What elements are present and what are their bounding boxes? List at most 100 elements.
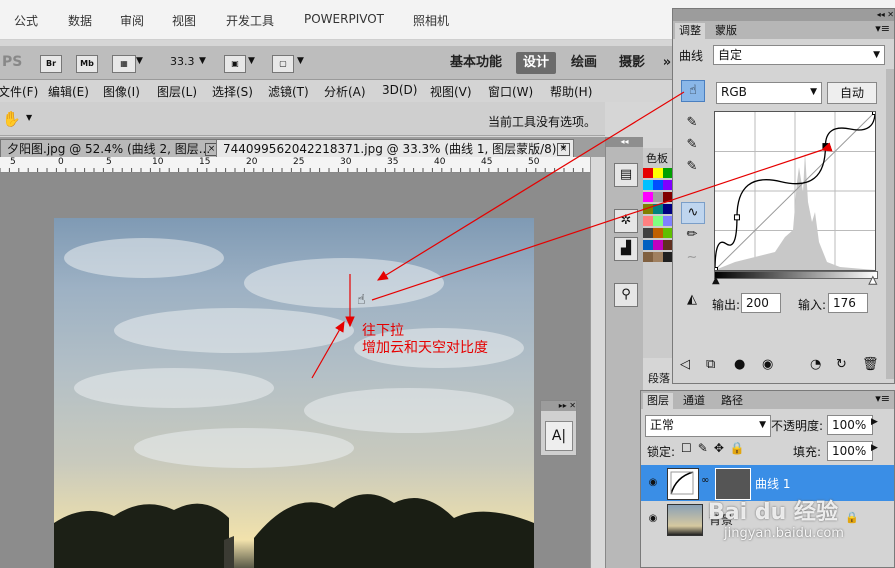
curve-plot[interactable] bbox=[715, 112, 875, 270]
menu-view[interactable]: 视图(V) bbox=[430, 83, 472, 100]
workspace-design[interactable]: 设计 bbox=[516, 52, 556, 74]
color-swatch[interactable] bbox=[643, 240, 653, 250]
preset-select[interactable]: 自定 ▼ bbox=[713, 45, 885, 65]
menu-layer[interactable]: 图层(L) bbox=[157, 83, 197, 100]
menu-window[interactable]: 窗口(W) bbox=[488, 83, 533, 100]
color-swatch[interactable] bbox=[643, 168, 653, 178]
excel-tab[interactable]: 开发工具 bbox=[226, 12, 274, 29]
menu-analysis[interactable]: 分析(A) bbox=[324, 83, 366, 100]
tab-adjustments[interactable]: 调整 bbox=[675, 23, 705, 39]
doc-tab-sunset[interactable]: 夕阳图.jpg @ 52.4% (曲线 2, 图层... × bbox=[0, 139, 222, 158]
eyedropper-black-icon[interactable]: ✎ bbox=[681, 113, 703, 133]
input-field[interactable]: 176 bbox=[828, 293, 868, 313]
pencil-draw-icon[interactable]: ✏ bbox=[681, 225, 703, 245]
white-point-slider[interactable]: ▲ bbox=[869, 275, 878, 287]
color-swatch[interactable] bbox=[643, 228, 653, 238]
trash-icon[interactable]: 🗑 bbox=[862, 357, 879, 372]
close-icon[interactable]: × bbox=[557, 143, 570, 156]
tab-paths[interactable]: 路径 bbox=[717, 393, 747, 409]
color-swatch[interactable] bbox=[653, 216, 663, 226]
channel-select[interactable]: RGB ▼ bbox=[716, 82, 822, 104]
eyedropper-gray-icon[interactable]: ✎ bbox=[681, 135, 703, 155]
color-swatch[interactable] bbox=[643, 252, 653, 262]
panel-scrollbar[interactable] bbox=[886, 69, 894, 379]
vertical-scrollbar[interactable] bbox=[590, 157, 605, 568]
color-swatch[interactable] bbox=[653, 192, 663, 202]
bridge-button[interactable]: Br bbox=[40, 55, 62, 73]
clipping-warning-icon[interactable]: ◭ bbox=[681, 290, 703, 310]
color-swatch[interactable] bbox=[653, 252, 663, 262]
screen-mode-icon[interactable]: ▢ bbox=[272, 55, 294, 73]
excel-tab[interactable]: 审阅 bbox=[120, 12, 144, 29]
color-swatch[interactable] bbox=[653, 228, 663, 238]
curve-point[interactable] bbox=[715, 267, 718, 271]
menu-edit[interactable]: 编辑(E) bbox=[48, 83, 89, 100]
hand-tool-icon[interactable]: ✋ bbox=[2, 110, 21, 128]
curve-point[interactable] bbox=[822, 143, 829, 150]
panel-collapse-icon[interactable]: ◂◂ ✕ bbox=[673, 9, 894, 21]
histogram-panel-icon[interactable]: ▟ bbox=[614, 237, 638, 261]
view-previous-icon[interactable]: ◔ bbox=[810, 357, 821, 372]
doc-tab-active[interactable]: 744099562042218371.jpg @ 33.3% (曲线 1, 图层… bbox=[216, 139, 574, 158]
color-swatch[interactable] bbox=[653, 240, 663, 250]
color-swatch[interactable] bbox=[653, 180, 663, 190]
color-swatch[interactable] bbox=[643, 216, 653, 226]
chevron-down-icon[interactable]: ▼ bbox=[248, 56, 255, 66]
history-panel-icon[interactable]: ▤ bbox=[614, 163, 638, 187]
eye-icon[interactable]: ◉ bbox=[645, 475, 661, 491]
eyedropper-white-icon[interactable]: ✎ bbox=[681, 157, 703, 177]
fill-field[interactable]: 100% bbox=[827, 441, 873, 461]
reset-icon[interactable]: ↻ bbox=[836, 357, 847, 372]
view-extras-icon[interactable]: ▦ bbox=[112, 55, 136, 73]
navigator-panel-icon[interactable]: ✲ bbox=[614, 209, 638, 233]
link-chain-icon[interactable]: ∞ bbox=[701, 475, 709, 486]
chevron-down-icon[interactable]: ▼ bbox=[199, 56, 206, 66]
dock-collapse-icon[interactable]: ◂◂ bbox=[606, 137, 643, 147]
eye-icon[interactable]: ◉ bbox=[645, 511, 661, 527]
target-adjust-tool-icon[interactable]: ☝ bbox=[681, 80, 705, 102]
excel-tab[interactable]: 照相机 bbox=[413, 12, 449, 29]
excel-tab[interactable]: 视图 bbox=[172, 12, 196, 29]
workspace-basic[interactable]: 基本功能 bbox=[444, 52, 508, 74]
workspace-painting[interactable]: 绘画 bbox=[564, 52, 604, 74]
zoom-level[interactable]: 33.3 bbox=[170, 55, 195, 68]
color-swatch[interactable] bbox=[653, 168, 663, 178]
fill-arrow-icon[interactable]: ▶ bbox=[871, 443, 878, 453]
chevron-down-icon[interactable]: ▼ bbox=[26, 113, 32, 122]
smooth-curve-icon[interactable]: ∼ bbox=[681, 248, 703, 268]
character-panel-icon[interactable]: A| bbox=[545, 421, 573, 451]
workspace-photography[interactable]: 摄影 bbox=[612, 52, 652, 74]
back-arrow-icon[interactable]: ◁ bbox=[680, 357, 690, 372]
swatch-grid[interactable] bbox=[643, 168, 673, 278]
mini-bridge-button[interactable]: Mb bbox=[76, 55, 98, 73]
paragraph-tab[interactable]: 段落 bbox=[648, 370, 670, 386]
color-swatch[interactable] bbox=[653, 204, 663, 214]
clip-to-layer-icon[interactable]: ● bbox=[734, 357, 745, 372]
chevron-down-icon[interactable]: ▼ bbox=[297, 56, 304, 66]
tab-channels[interactable]: 通道 bbox=[679, 393, 709, 409]
panel-menu-icon[interactable]: ▾≡ bbox=[875, 392, 890, 405]
auto-button[interactable]: 自动 bbox=[827, 82, 877, 104]
panel-collapse-icon[interactable]: ▸▸ ✕ bbox=[541, 401, 576, 411]
excel-tab[interactable]: 公式 bbox=[14, 12, 38, 29]
menu-select[interactable]: 选择(S) bbox=[212, 83, 253, 100]
curve-point[interactable] bbox=[872, 112, 876, 115]
panel-menu-icon[interactable]: ▾≡ bbox=[875, 22, 890, 35]
black-point-slider[interactable]: ▲ bbox=[712, 275, 720, 286]
opacity-arrow-icon[interactable]: ▶ bbox=[871, 417, 878, 427]
expand-view-icon[interactable]: ⧉ bbox=[706, 357, 715, 372]
excel-tab[interactable]: POWERPIVOT bbox=[304, 12, 384, 26]
curve-point[interactable] bbox=[733, 214, 740, 221]
color-swatch[interactable] bbox=[643, 192, 653, 202]
blend-mode-select[interactable]: 正常 ▼ bbox=[645, 415, 771, 437]
menu-file[interactable]: 文件(F) bbox=[0, 83, 38, 100]
chevron-down-icon[interactable]: ▼ bbox=[136, 56, 143, 66]
excel-tab[interactable]: 数据 bbox=[68, 12, 92, 29]
arrange-documents-icon[interactable]: ▣ bbox=[224, 55, 246, 73]
curves-graph[interactable] bbox=[714, 111, 876, 271]
usb-device-icon[interactable]: ⚲ bbox=[614, 283, 638, 307]
sky-photo[interactable] bbox=[54, 218, 534, 568]
lock-icons[interactable]: ☐✎✥🔒 bbox=[681, 441, 751, 455]
output-field[interactable]: 200 bbox=[741, 293, 781, 313]
menu-filter[interactable]: 滤镜(T) bbox=[268, 83, 309, 100]
